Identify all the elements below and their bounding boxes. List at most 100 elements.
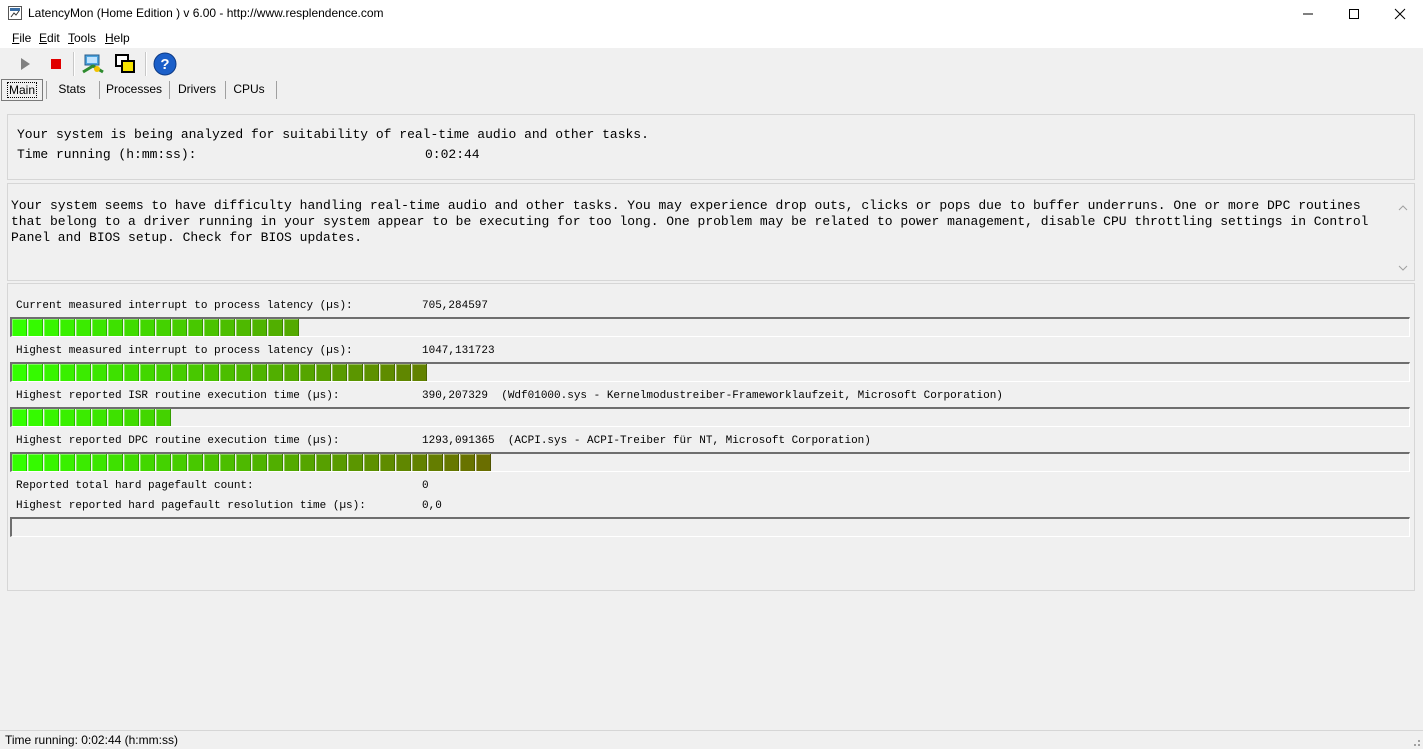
metric-bar-fill xyxy=(12,364,428,381)
bar-segment xyxy=(12,364,27,381)
metric-bar-fill xyxy=(12,454,492,471)
stop-button[interactable] xyxy=(43,51,69,77)
menu-file[interactable]: File xyxy=(12,31,31,45)
bar-segment xyxy=(220,454,235,471)
bar-segment xyxy=(396,454,411,471)
metric-label: Highest measured interrupt to process la… xyxy=(16,345,353,357)
menu-help-label: elp xyxy=(113,31,130,45)
help-icon: ? xyxy=(153,52,177,76)
tab-separator xyxy=(46,81,47,99)
metric-bar xyxy=(10,362,1410,382)
minimize-button[interactable] xyxy=(1285,0,1331,28)
bar-segment xyxy=(396,364,411,381)
bar-segment xyxy=(236,364,251,381)
metric-bar xyxy=(10,317,1410,337)
menu-edit[interactable]: Edit xyxy=(39,31,60,45)
bar-segment xyxy=(92,319,107,336)
bar-segment xyxy=(60,364,75,381)
menu-help[interactable]: Help xyxy=(105,31,130,45)
bar-segment xyxy=(140,319,155,336)
menu-edit-label: dit xyxy=(47,31,60,45)
tab-stats[interactable]: Stats xyxy=(52,79,92,99)
bar-segment xyxy=(316,364,331,381)
bar-segment xyxy=(108,409,123,426)
bar-segment xyxy=(188,319,203,336)
help-button[interactable]: ? xyxy=(152,51,178,77)
bar-segment xyxy=(284,319,299,336)
bar-segment xyxy=(412,364,427,381)
bar-segment xyxy=(300,454,315,471)
bar-segment xyxy=(252,454,267,471)
bar-segment xyxy=(12,409,27,426)
windows-icon xyxy=(115,54,135,73)
tab-cpus-label: CPUs xyxy=(233,82,265,96)
resize-grip-icon[interactable] xyxy=(1409,735,1421,747)
analyze-button[interactable] xyxy=(80,51,106,77)
status-bar-text: Time running: 0:02:44 (h:mm:ss) xyxy=(5,733,178,747)
scroll-up-icon[interactable] xyxy=(1396,202,1410,214)
bar-segment xyxy=(380,364,395,381)
maximize-icon xyxy=(1349,9,1359,19)
bar-segment xyxy=(412,454,427,471)
metric-label: Highest reported ISR routine execution t… xyxy=(16,390,340,402)
bar-segment xyxy=(108,319,123,336)
bar-segment xyxy=(108,364,123,381)
bar-segment xyxy=(268,364,283,381)
windows-button[interactable] xyxy=(112,51,138,77)
time-running-label: Time running (h:mm:ss): xyxy=(17,147,197,162)
metric-label: Current measured interrupt to process la… xyxy=(16,300,353,312)
bar-segment xyxy=(332,454,347,471)
menu-edit-mnemonic: E xyxy=(39,31,48,45)
metric-value: 1293,091365 (ACPI.sys - ACPI-Treiber für… xyxy=(422,435,871,447)
bar-segment xyxy=(316,454,331,471)
tab-processes[interactable]: Processes xyxy=(103,79,165,99)
metric-value: 705,284597 xyxy=(422,300,489,312)
play-icon xyxy=(21,58,30,70)
tab-separator xyxy=(99,81,100,99)
scroll-down-icon[interactable] xyxy=(1396,262,1410,274)
bar-segment xyxy=(300,364,315,381)
bar-segment xyxy=(172,454,187,471)
time-running-value: 0:02:44 xyxy=(425,147,480,162)
bar-segment xyxy=(140,409,155,426)
bar-segment xyxy=(460,454,475,471)
bar-segment xyxy=(60,319,75,336)
status-bar: Time running: 0:02:44 (h:mm:ss) xyxy=(0,730,1423,749)
bar-segment xyxy=(428,454,443,471)
tab-main[interactable]: Main xyxy=(1,79,43,101)
bar-segment xyxy=(124,454,139,471)
bar-segment xyxy=(76,364,91,381)
menu-tools[interactable]: Tools xyxy=(68,31,96,45)
bar-segment xyxy=(332,364,347,381)
metric-label: Reported total hard pagefault count: xyxy=(16,480,254,492)
bar-segment xyxy=(172,319,187,336)
metric-value: 0,0 xyxy=(422,500,442,512)
menu-file-label: ile xyxy=(19,31,32,45)
menu-tools-label: ools xyxy=(74,31,97,45)
message-scrollbar[interactable] xyxy=(1396,196,1410,278)
bar-segment xyxy=(60,454,75,471)
tab-cpus[interactable]: CPUs xyxy=(229,79,269,99)
app-icon xyxy=(8,6,22,20)
bar-segment xyxy=(380,454,395,471)
bar-segment xyxy=(12,319,27,336)
metric-value: 390,207329 (Wdf01000.sys - Kernelmodustr… xyxy=(422,390,1003,402)
toolbar: ? xyxy=(0,48,1423,78)
bar-segment xyxy=(252,364,267,381)
close-button[interactable] xyxy=(1377,0,1423,28)
menu-help-mnemonic: H xyxy=(105,31,114,45)
bar-segment xyxy=(476,454,491,471)
bar-segment xyxy=(28,454,43,471)
bar-segment xyxy=(236,454,251,471)
bar-segment xyxy=(76,409,91,426)
window-title: LatencyMon (Home Edition ) v 6.00 - http… xyxy=(28,6,384,20)
tab-drivers-label: Drivers xyxy=(178,82,216,96)
bar-segment xyxy=(44,454,59,471)
tab-main-label: Main xyxy=(6,82,37,98)
toolbar-separator xyxy=(145,52,147,76)
start-button[interactable] xyxy=(12,51,38,77)
analysis-status-panel xyxy=(7,114,1415,180)
maximize-button[interactable] xyxy=(1331,0,1377,28)
tab-drivers[interactable]: Drivers xyxy=(173,79,221,99)
bar-segment xyxy=(348,364,363,381)
